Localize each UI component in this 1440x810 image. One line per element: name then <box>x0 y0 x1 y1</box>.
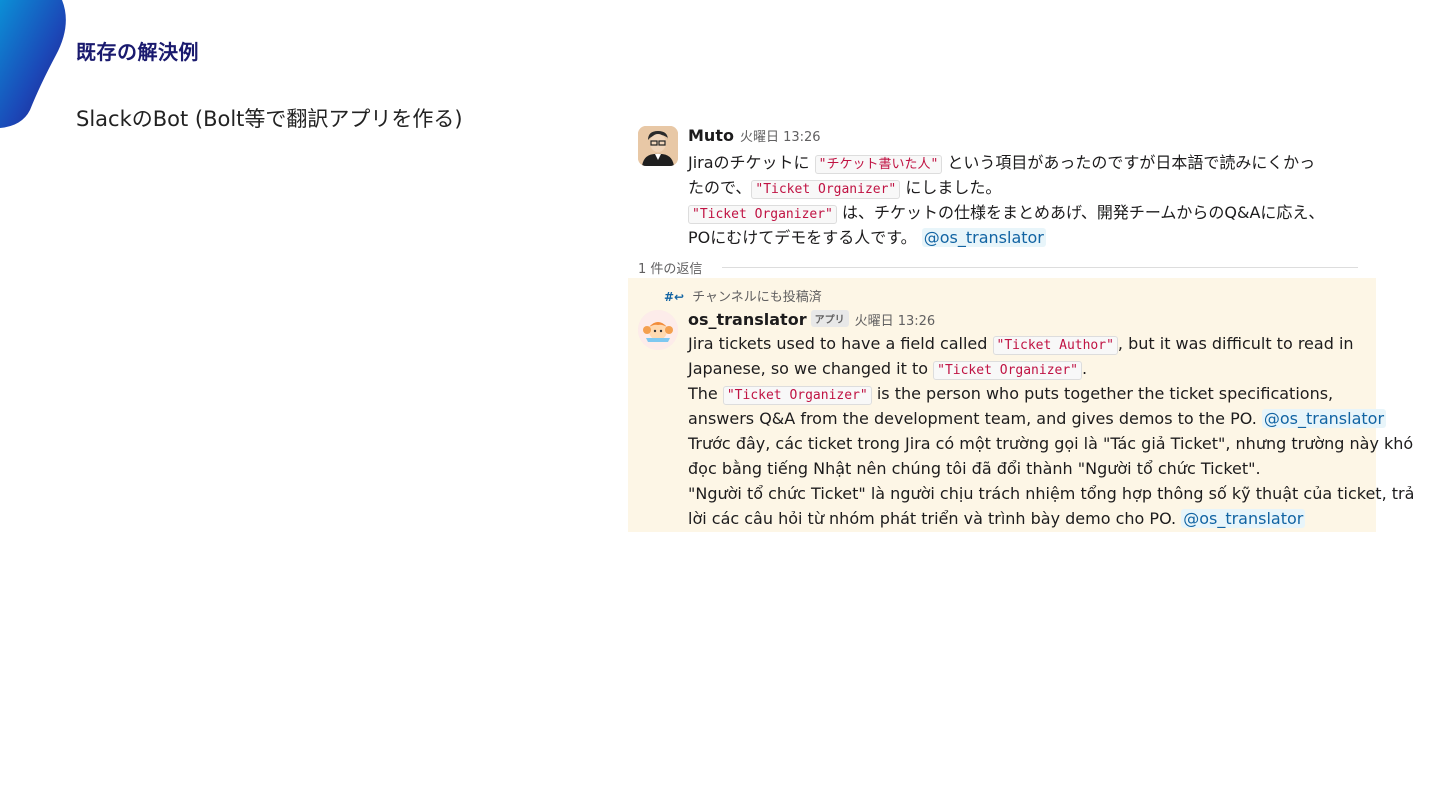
message-line: The "Ticket Organizer" is the person who… <box>688 384 1334 405</box>
reply-count-divider: 1 件の返信 <box>638 258 1358 278</box>
author-name[interactable]: os_translator <box>688 310 807 329</box>
message-line: lời các câu hỏi từ nhóm phát triển và tr… <box>688 509 1306 528</box>
author-name[interactable]: Muto <box>688 126 734 145</box>
message-line: "Người tổ chức Ticket" là người chịu trá… <box>688 484 1415 503</box>
hash-arrow-icon: #↩ <box>664 290 685 304</box>
reply-count[interactable]: 1 件の返信 <box>638 262 713 277</box>
divider <box>722 267 1358 268</box>
message-line: "Ticket Organizer" は、チケットの仕様をまとめあげ、開発チーム… <box>688 199 1324 224</box>
also-sent-to-channel[interactable]: #↩ チャンネルにも投稿済 <box>664 286 822 305</box>
message-line: Jiraのチケットに "チケット書いた人" という項目があったのですが日本語で読… <box>688 153 1316 174</box>
also-sent-label: チャンネルにも投稿済 <box>692 290 822 305</box>
message-timestamp[interactable]: 火曜日 13:26 <box>740 130 821 145</box>
corner-decoration <box>0 0 66 128</box>
message-line: Jira tickets used to have a field called… <box>688 334 1354 355</box>
slide-subtitle: SlackのBot (Bolt等で翻訳アプリを作る) <box>76 107 463 131</box>
bot-avatar[interactable] <box>638 310 678 350</box>
message-line: answers Q&A from the development team, a… <box>688 409 1387 428</box>
inline-code: "チケット書いた人" <box>814 155 943 174</box>
message-line: たので、 "Ticket Organizer" にしました。 <box>688 178 1002 199</box>
slide-title: 既存の解決例 <box>76 40 199 64</box>
mention-link[interactable]: @os_translator <box>1261 409 1387 428</box>
inline-code: "Ticket Author" <box>992 336 1118 355</box>
user-avatar[interactable] <box>638 126 678 166</box>
inline-code: "Ticket Organizer" <box>688 205 837 224</box>
user-avatar-icon <box>638 126 678 166</box>
app-badge: アプリ <box>810 310 849 327</box>
mention-link[interactable]: @os_translator <box>921 228 1046 247</box>
inline-code: "Ticket Organizer" <box>751 180 901 199</box>
message-line: đọc bằng tiếng Nhật nên chúng tôi đã đổi… <box>688 459 1261 478</box>
inline-code: "Ticket Organizer" <box>933 361 1083 380</box>
slack-thread-screenshot: Muto 火曜日 13:26 Jiraのチケットに "チケット書いた人" という項… <box>628 120 1414 532</box>
inline-code: "Ticket Organizer" <box>722 386 872 405</box>
message-timestamp[interactable]: 火曜日 13:26 <box>855 314 936 329</box>
message-line: POにむけてデモをする人です。 @os_translator <box>688 228 1046 247</box>
bot-avatar-icon <box>638 310 678 350</box>
message-line: Trước đây, các ticket trong Jira có một … <box>688 434 1414 453</box>
mention-link[interactable]: @os_translator <box>1181 509 1306 528</box>
message-line: Japanese, so we changed it to "Ticket Or… <box>688 359 1088 380</box>
